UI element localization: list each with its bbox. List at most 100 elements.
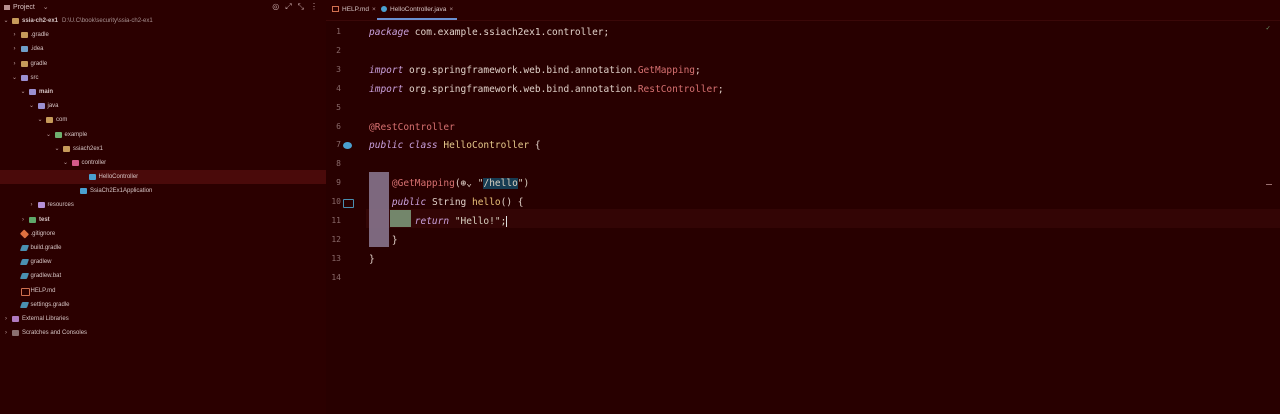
code-token: /hello (483, 178, 518, 190)
chevron-down-icon[interactable]: ⌄ (63, 156, 69, 170)
folder-blue-icon (20, 46, 28, 53)
code-token: GetMapping (637, 64, 696, 76)
tree-item[interactable]: HelloController (0, 170, 326, 185)
tree-item[interactable]: build.gradle (0, 241, 326, 255)
chevron-down-icon[interactable]: ⌄ (3, 14, 9, 28)
target-icon[interactable]: ◎ (272, 2, 279, 12)
tree-item[interactable]: ⌄ main (0, 85, 326, 99)
tree-item[interactable]: ⌄ com (0, 113, 326, 127)
tree-item[interactable]: ⌄ src (0, 71, 326, 85)
tree-item-label: test (39, 216, 50, 223)
line-number: 11 (331, 216, 341, 225)
tree-item[interactable]: › gradle (0, 57, 326, 71)
tree-item[interactable]: ⌄ example (0, 128, 326, 142)
folder-icon (63, 145, 70, 152)
chevron-down-icon[interactable]: ⌄ (46, 128, 52, 142)
code-line[interactable]: import org.springframework.web.bind.anno… (369, 62, 701, 80)
tree-item-label: java (47, 103, 59, 110)
tree-item[interactable]: settings.gradle (0, 298, 326, 312)
error-stripe[interactable]: ✓ (1266, 21, 1274, 414)
code-token: } (369, 234, 398, 246)
code-line[interactable]: return "Hello!"; (369, 213, 508, 231)
code-token: { (529, 140, 541, 152)
tree-item[interactable]: › Scratches and Consoles (0, 326, 326, 340)
tree-item[interactable]: HELP.md (0, 284, 326, 298)
folder-icon (46, 117, 53, 124)
chevron-right-icon[interactable]: › (3, 326, 9, 340)
collapse-icon[interactable]: ⤡ (298, 2, 304, 12)
chevron-down-icon[interactable]: ⌄ (37, 113, 43, 127)
tree-item[interactable]: › resources (0, 198, 326, 212)
project-view-icon (4, 4, 10, 10)
close-icon[interactable]: × (372, 6, 376, 13)
code-token: ⌄ (466, 178, 478, 190)
tab-help-md[interactable]: HELP.md × (328, 0, 380, 20)
line-number: 4 (336, 83, 341, 93)
tree-item[interactable]: ⌄ ssiach2ex1 (0, 142, 326, 156)
chevron-down-icon[interactable]: ⌄ (12, 71, 18, 85)
bean-icon[interactable] (343, 142, 352, 150)
tree-item[interactable]: gradlew (0, 255, 326, 269)
folder-green-icon (54, 131, 62, 138)
chevron-down-icon[interactable]: ⌄ (20, 85, 26, 99)
code-token: ; (717, 83, 724, 95)
tree-item[interactable]: ⌄ controller (0, 156, 326, 170)
check-icon: ✓ (1266, 24, 1271, 32)
tree-item[interactable]: ⌄ ssia-ch2-ex1 D:\U.C\book\security\ssia-c… (0, 14, 326, 28)
more-icon[interactable]: ⋮ (310, 2, 318, 12)
tree-item[interactable]: ⌄ java (0, 99, 326, 113)
tree-item[interactable]: › .gradle (0, 28, 326, 42)
tree-item[interactable]: gradlew.bat (0, 269, 326, 283)
tree-item[interactable]: › .idea (0, 42, 326, 56)
tree-item-label: .gradle (30, 32, 49, 39)
chevron-right-icon[interactable]: › (20, 213, 26, 227)
code-token: org.springframework.web.bind.annotation. (403, 64, 638, 76)
code-line[interactable]: public String hello() { (369, 194, 524, 212)
code-token: } (369, 253, 375, 265)
code-line[interactable]: public class HelloController { (369, 137, 541, 155)
project-title[interactable]: Project ⌄ (4, 3, 49, 11)
code-token: String (426, 197, 472, 209)
tree-item[interactable]: › External Libraries (0, 312, 326, 326)
expand-icon[interactable]: ⤢ (285, 2, 291, 12)
chevron-right-icon[interactable]: › (3, 312, 9, 326)
code-line[interactable]: @GetMapping(⊕⌄ "/hello") (369, 175, 529, 193)
code-line[interactable]: package com.example.ssiach2ex1.controlle… (369, 24, 609, 42)
code-line[interactable]: @RestController (369, 119, 455, 137)
tree-item-label: build.gradle (30, 245, 62, 251)
line-number: 1 (336, 27, 341, 36)
project-header: Project ⌄ ◎ ⤢ ⤡ ⋮ (0, 0, 326, 14)
res-icon (37, 202, 45, 209)
code-line[interactable]: } (369, 251, 375, 269)
chevron-right-icon[interactable]: › (29, 198, 35, 212)
gradle-icon (19, 301, 29, 308)
code-token: HelloController (443, 140, 530, 152)
folder-pink-icon (71, 159, 79, 166)
code-token: hello (471, 197, 501, 209)
class-icon (88, 174, 96, 181)
line-number: 3 (336, 64, 341, 74)
project-tree: ⌄ ssia-ch2-ex1 D:\U.C\book\security\ssia-c… (0, 14, 326, 340)
tree-item[interactable]: › test (0, 213, 326, 227)
code-line[interactable]: } (369, 232, 398, 250)
code-token: package (369, 27, 410, 38)
code-editor[interactable]: 1 2 3 4 5 6 7 8 9 10 11 12 13 14 package com.example.… (326, 21, 1280, 414)
code-line[interactable]: import org.springframework.web.bind.anno… (369, 81, 724, 99)
tree-item-label: gradle (30, 60, 48, 67)
code-token: () { (500, 197, 524, 209)
chevron-right-icon[interactable]: › (12, 42, 18, 56)
chevron-down-icon[interactable]: ⌄ (43, 4, 49, 11)
chevron-right-icon[interactable]: › (12, 57, 18, 71)
chevron-down-icon[interactable]: ⌄ (29, 99, 35, 113)
code-token: org.springframework.web.bind.annotation. (403, 83, 638, 95)
tab-hellocontroller-java[interactable]: HelloController.java × (377, 0, 458, 20)
tree-item[interactable]: .gitignore (0, 227, 326, 241)
tree-item-label: controller (81, 159, 107, 166)
chevron-right-icon[interactable]: › (12, 28, 18, 42)
close-icon[interactable]: × (449, 6, 453, 13)
tree-item-label: Scratches and Consoles (22, 330, 88, 337)
tree-item[interactable]: SsiaCh2Ex1Application (0, 184, 326, 198)
chevron-down-icon[interactable]: ⌄ (54, 142, 60, 156)
api-icon[interactable] (343, 199, 354, 209)
lib-icon (12, 315, 19, 322)
